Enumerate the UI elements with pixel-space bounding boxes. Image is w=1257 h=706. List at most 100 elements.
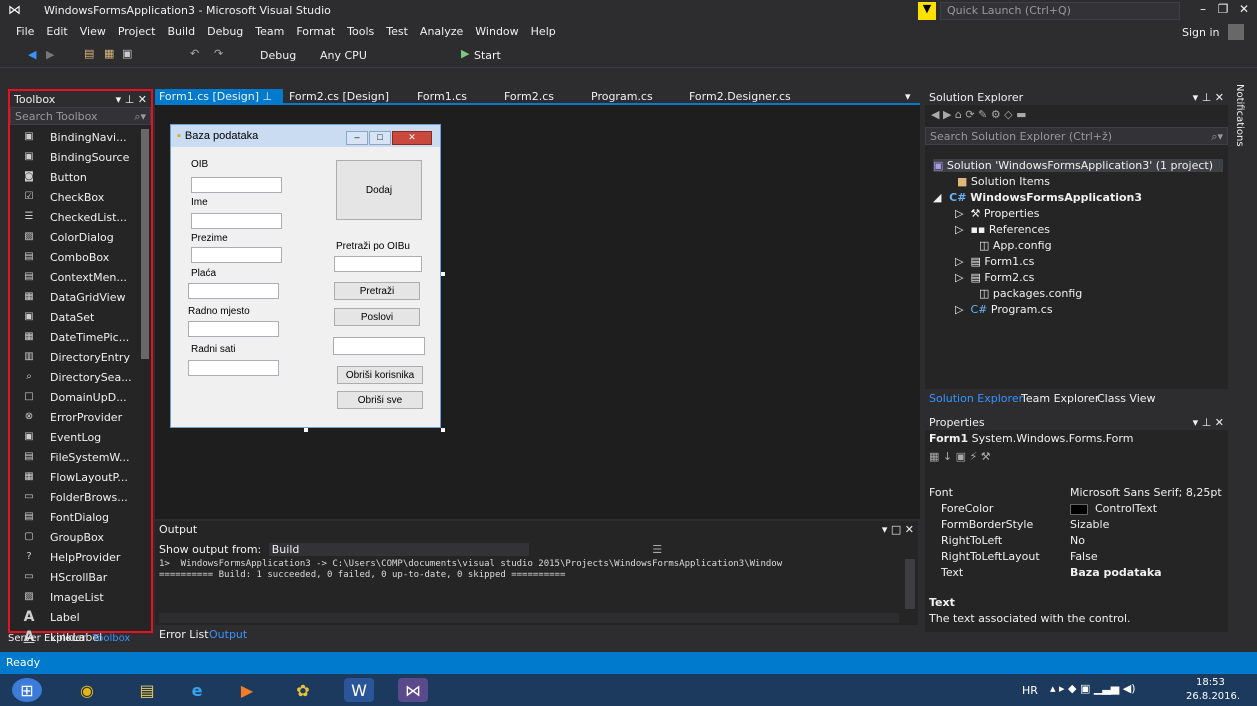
menu-edit[interactable]: Edit: [40, 22, 73, 41]
property-row[interactable]: ForeColor ControlText: [925, 502, 1228, 518]
quick-launch-input[interactable]: Quick Launch (Ctrl+Q): [940, 2, 1180, 20]
tab-solution-explorer[interactable]: Solution Explorer: [929, 392, 1023, 405]
tab-program-cs[interactable]: Program.cs: [587, 89, 657, 105]
tray-icons[interactable]: ▴ ▸ ◆ ▣ ▁▃▅ ◀): [1050, 682, 1136, 695]
tree-app-config[interactable]: ◫ App.config: [979, 239, 1052, 252]
toolbox-window-controls[interactable]: ▾ ⊥ ✕: [116, 93, 147, 106]
menu-test[interactable]: Test: [380, 22, 414, 41]
toolbox-item[interactable]: ⊗ ErrorProvider: [10, 407, 151, 427]
toolbox-item[interactable]: A Label: [10, 607, 151, 627]
menu-file[interactable]: File: [10, 22, 40, 41]
tab-form1-design[interactable]: Form1.cs [Design] ⊥ ✕: [155, 89, 283, 116]
sign-in-link[interactable]: Sign in: [1182, 26, 1220, 39]
tree-solution-items[interactable]: ■ Solution Items: [957, 175, 1050, 188]
tree-references[interactable]: ▷ ▪▪ References: [955, 223, 1050, 236]
forward-icon[interactable]: ▶: [46, 48, 54, 61]
obrisi-sve-button[interactable]: Obriši sve: [337, 391, 423, 409]
collapse-icon[interactable]: ▷: [955, 223, 963, 236]
toolbox-item[interactable]: ▦ FlowLayoutP...: [10, 467, 151, 487]
property-row[interactable]: Font Microsoft Sans Serif; 8,25pt: [925, 486, 1228, 502]
menu-help[interactable]: Help: [525, 22, 562, 41]
toolbox-item[interactable]: ▭ FolderBrows...: [10, 487, 151, 507]
tab-dropdown-icon[interactable]: ▾: [905, 90, 911, 103]
platform-select[interactable]: Any CPU: [320, 49, 367, 62]
pin-icon[interactable]: ⊥: [263, 90, 273, 103]
expand-icon[interactable]: ◢: [933, 191, 941, 204]
ie-icon[interactable]: e: [182, 678, 212, 702]
dodaj-button[interactable]: Dodaj: [336, 160, 422, 220]
radni-sati-input[interactable]: [188, 360, 279, 376]
collapse-icon[interactable]: ▷: [955, 303, 963, 316]
chrome-icon[interactable]: ◉: [72, 678, 102, 702]
toolbox-item[interactable]: ▣ BindingNavi...: [10, 127, 151, 147]
menu-project[interactable]: Project: [112, 22, 162, 41]
start-button[interactable]: Start: [474, 49, 501, 62]
form-minimize-icon[interactable]: –: [346, 131, 368, 145]
ime-input[interactable]: [191, 213, 282, 229]
toolbox-item[interactable]: ▨ ImageList: [10, 587, 151, 607]
tab-form2-design[interactable]: Form2.cs [Design]: [285, 89, 393, 105]
open-icon[interactable]: ▦: [104, 47, 114, 60]
menu-analyze[interactable]: Analyze: [414, 22, 469, 41]
save-icon[interactable]: ▣: [122, 47, 132, 60]
toolbox-item[interactable]: ▣ EventLog: [10, 427, 151, 447]
obrisi-korisnika-button[interactable]: Obriši korisnika: [337, 366, 423, 384]
tree-project[interactable]: ◢ C# WindowsFormsApplication3: [933, 191, 1142, 204]
property-row[interactable]: RightToLeft No: [925, 534, 1228, 550]
clock-date[interactable]: 26.8.2016.: [1186, 691, 1240, 702]
error-list-tab[interactable]: Error List: [159, 628, 209, 641]
poslovi-button[interactable]: Poslovi: [334, 308, 420, 326]
radno-mjesto-input[interactable]: [188, 321, 279, 337]
solution-explorer-window-controls[interactable]: ▾ ⊥ ✕: [1193, 91, 1224, 104]
minimize-button[interactable]: –: [1193, 2, 1213, 20]
toolbox-item[interactable]: ▥ DirectoryEntry: [10, 347, 151, 367]
tab-form2-designer-cs[interactable]: Form2.Designer.cs: [685, 89, 795, 105]
notifications-sidebar[interactable]: Notifications: [1231, 80, 1257, 640]
menu-format[interactable]: Format: [290, 22, 341, 41]
form-selection-handle[interactable]: [304, 428, 308, 432]
menu-window[interactable]: Window: [469, 22, 524, 41]
extra-input[interactable]: [333, 337, 425, 355]
form-selection-handle[interactable]: [441, 272, 445, 276]
config-select[interactable]: Debug: [260, 49, 296, 62]
visual-studio-taskbar-icon[interactable]: ⋈: [398, 678, 428, 702]
menu-view[interactable]: View: [74, 22, 112, 41]
server-explorer-tab[interactable]: Server Explorer: [8, 633, 86, 644]
output-tab[interactable]: Output: [209, 628, 247, 641]
tab-form1-cs[interactable]: Form1.cs: [413, 89, 471, 105]
toolbox-item[interactable]: ▣ BindingSource: [10, 147, 151, 167]
toolbox-scrollbar[interactable]: [141, 129, 149, 359]
menu-tools[interactable]: Tools: [341, 22, 380, 41]
pretrazi-oib-input[interactable]: [334, 256, 422, 272]
output-vscrollbar[interactable]: [905, 559, 915, 609]
tree-program-cs[interactable]: ▷ C# Program.cs: [955, 303, 1053, 316]
undo-icon[interactable]: ↶: [190, 47, 199, 60]
toolbox-item[interactable]: ▦ DateTimePic...: [10, 327, 151, 347]
close-button[interactable]: ✕: [1234, 2, 1254, 20]
toolbox-tab[interactable]: Toolbox: [93, 633, 131, 644]
toolbox-item[interactable]: ▤ ComboBox: [10, 247, 151, 267]
form-close-icon[interactable]: ✕: [392, 131, 432, 145]
collapse-icon[interactable]: ▷: [955, 255, 963, 268]
tree-form1[interactable]: ▷ ▤ Form1.cs: [955, 255, 1034, 268]
media-player-icon[interactable]: ▶: [232, 678, 262, 702]
property-row[interactable]: FormBorderStyle Sizable: [925, 518, 1228, 534]
toolbox-item[interactable]: ▤ FontDialog: [10, 507, 151, 527]
new-project-icon[interactable]: ▤: [84, 47, 94, 60]
output-window-controls[interactable]: ▾ □ ✕: [882, 523, 914, 536]
oib-input[interactable]: [191, 177, 282, 193]
toolbox-item[interactable]: ? HelpProvider: [10, 547, 151, 567]
explorer-icon[interactable]: ▤: [132, 678, 162, 702]
output-hscrollbar[interactable]: [159, 613, 899, 623]
tab-team-explorer[interactable]: Team Explorer: [1021, 392, 1099, 405]
menu-team[interactable]: Team: [249, 22, 290, 41]
paint-icon[interactable]: ✿: [288, 678, 318, 702]
account-icon[interactable]: [1228, 24, 1244, 40]
maximize-button[interactable]: ❐: [1213, 2, 1233, 20]
tab-form2-cs[interactable]: Form2.cs: [500, 89, 558, 105]
tab-class-view[interactable]: Class View: [1097, 392, 1156, 405]
output-source-select[interactable]: Build: [268, 543, 529, 556]
toolbox-item[interactable]: ☑ CheckBox: [10, 187, 151, 207]
toolbox-item[interactable]: ▦ DataGridView: [10, 287, 151, 307]
toolbox-item[interactable]: ☰ CheckedList...: [10, 207, 151, 227]
